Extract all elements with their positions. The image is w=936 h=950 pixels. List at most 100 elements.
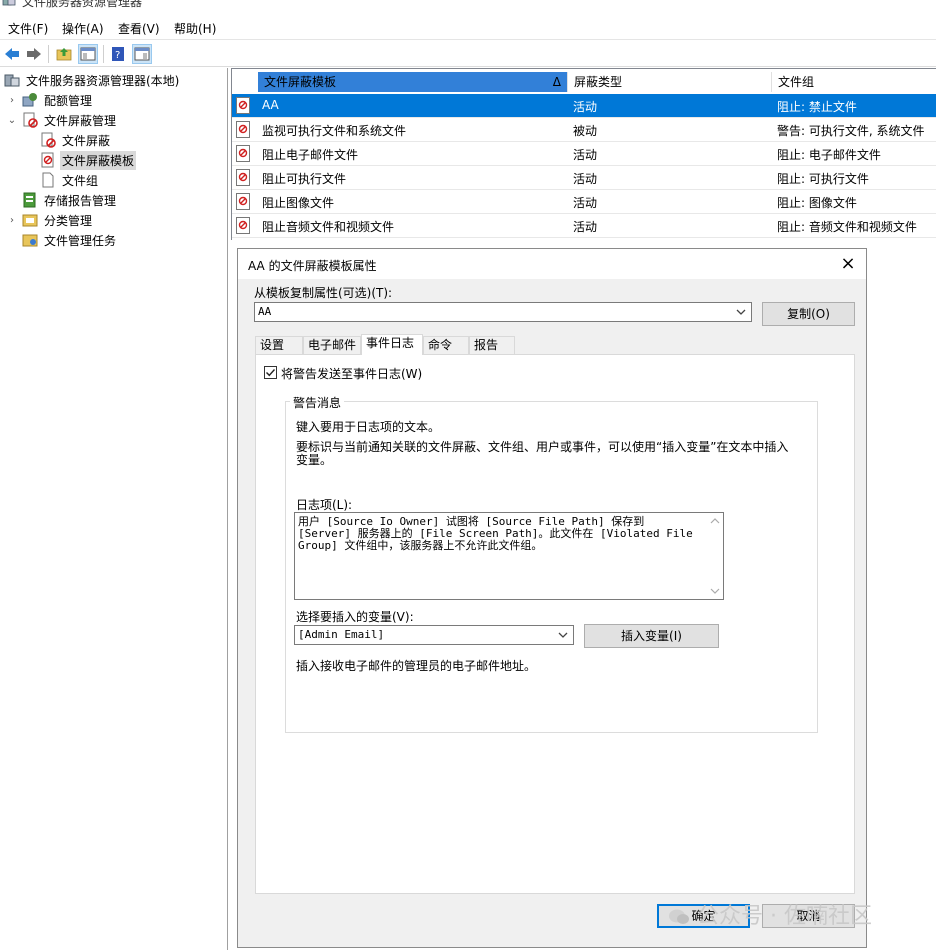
table-row[interactable]: 阻止可执行文件 活动 阻止: 可执行文件 — [232, 166, 936, 190]
folder-up-icon — [56, 48, 72, 61]
up-folder-button[interactable] — [54, 44, 74, 64]
cell-file-group: 警告: 可执行文件, 系统文件 — [777, 124, 925, 138]
show-action-pane-button[interactable] — [132, 44, 152, 64]
tree-item-label: 文件管理任务 — [44, 233, 117, 248]
variable-label: 选择要插入的变量(V): — [296, 610, 414, 624]
cell-screen-type: 活动 — [573, 100, 598, 114]
insert-variable-button[interactable]: 插入变量(I) — [584, 624, 719, 648]
table-row[interactable]: 监视可执行文件和系统文件 被动 警告: 可执行文件, 系统文件 — [232, 118, 936, 142]
wechat-logo-icon — [669, 909, 689, 924]
chevron-down-icon — [558, 632, 568, 638]
cell-template-name: 监视可执行文件和系统文件 — [262, 124, 407, 138]
tree-item-file-screens[interactable]: 文件屏蔽 — [40, 130, 112, 150]
table-row[interactable]: AA 活动 阻止: 禁止文件 — [232, 94, 936, 118]
file-screen-icon — [22, 112, 38, 128]
tree-item-file-groups[interactable]: 文件组 — [40, 170, 100, 190]
menu-action[interactable]: 操作(A) — [62, 20, 104, 37]
console-tree: 文件服务器资源管理器(本地) › 配额管理 ⌄ 文件屏蔽管理 文件屏蔽 文件屏蔽… — [0, 68, 228, 950]
show-hide-tree-button[interactable] — [78, 44, 98, 64]
column-header-template[interactable]: 文件屏蔽模板 Δ — [258, 72, 568, 92]
tree-item-root[interactable]: 文件服务器资源管理器(本地) — [4, 70, 181, 90]
back-button[interactable] — [2, 44, 22, 64]
scroll-up-icon[interactable] — [707, 515, 723, 527]
quota-icon — [22, 92, 38, 108]
window-title: 文件服务器资源管理器 — [22, 0, 143, 9]
cell-template-name: 阻止电子邮件文件 — [262, 148, 359, 162]
column-header-file-groups[interactable]: 文件组 — [772, 72, 936, 92]
chevron-down-icon[interactable]: ⌄ — [6, 114, 18, 126]
help-button[interactable]: ? — [108, 44, 128, 64]
console-tree-icon — [80, 47, 96, 61]
log-entry-textarea[interactable]: 用户 [Source Io Owner] 试图将 [Source File Pa… — [294, 512, 724, 600]
checkmark-icon — [266, 369, 276, 377]
cell-screen-type: 被动 — [573, 124, 598, 138]
cell-template-name: AA — [262, 98, 279, 112]
tree-item-label: 配额管理 — [44, 93, 93, 108]
dialog-title: AA 的文件屏蔽模板属性 — [248, 259, 377, 273]
tree-item-label: 存储报告管理 — [44, 193, 117, 208]
tree-item-label: 文件屏蔽模板 — [60, 150, 137, 170]
scroll-down-icon[interactable] — [707, 585, 723, 597]
tree-item-file-screening[interactable]: ⌄ 文件屏蔽管理 — [6, 110, 118, 130]
menu-help[interactable]: 帮助(H) — [174, 20, 216, 37]
help-book-icon: ? — [112, 47, 124, 61]
template-icon — [40, 152, 56, 168]
tree-item-file-screen-templates[interactable]: 文件屏蔽模板 — [40, 150, 137, 170]
copy-from-select[interactable]: AA — [254, 302, 752, 322]
toolbar: ? — [0, 39, 936, 67]
template-properties-dialog: AA 的文件屏蔽模板属性 × 从模板复制属性(可选)(T): AA 复制(O) … — [237, 248, 867, 948]
table-row[interactable]: 阻止电子邮件文件 活动 阻止: 电子邮件文件 — [232, 142, 936, 166]
cell-screen-type: 活动 — [573, 220, 598, 234]
table-row[interactable]: 阻止图像文件 活动 阻止: 图像文件 — [232, 190, 936, 214]
classification-icon — [22, 212, 38, 228]
cell-file-group: 阻止: 音频文件和视频文件 — [777, 220, 917, 234]
variable-select[interactable]: [Admin Email] — [294, 625, 574, 645]
template-doc-icon — [236, 121, 250, 138]
chevron-right-icon[interactable]: › — [6, 94, 18, 106]
arrow-right-icon — [27, 48, 41, 60]
action-pane-icon — [134, 47, 150, 61]
report-icon — [22, 192, 38, 208]
tree-item-storage-reports[interactable]: 存储报告管理 — [6, 190, 118, 210]
tree-item-label: 分类管理 — [44, 213, 93, 228]
menu-file[interactable]: 文件(F) — [8, 20, 48, 37]
table-row[interactable]: 阻止音频文件和视频文件 活动 阻止: 音频文件和视频文件 — [232, 214, 936, 238]
tab-event-log[interactable]: 事件日志 — [361, 334, 423, 355]
send-warning-checkbox[interactable] — [264, 366, 277, 379]
tab-settings[interactable]: 设置 — [255, 336, 303, 354]
forward-button[interactable] — [24, 44, 44, 64]
tree-item-file-management-tasks[interactable]: 文件管理任务 — [6, 230, 118, 250]
cell-template-name: 阻止可执行文件 — [262, 172, 347, 186]
chevron-right-icon[interactable]: › — [6, 214, 18, 226]
scrollbar[interactable] — [707, 513, 723, 599]
copy-from-label: 从模板复制属性(可选)(T): — [254, 286, 393, 300]
dialog-title-bar: AA 的文件屏蔽模板属性 × — [238, 249, 866, 279]
intro-text: 键入要用于日志项的文本。 — [296, 420, 441, 434]
cell-file-group: 阻止: 电子邮件文件 — [777, 148, 881, 162]
cell-file-group: 阻止: 图像文件 — [777, 196, 857, 210]
tree-item-quota[interactable]: › 配额管理 — [6, 90, 94, 110]
tree-item-label: 文件屏蔽 — [62, 133, 111, 148]
file-icon — [40, 172, 56, 188]
close-icon[interactable]: × — [838, 254, 858, 274]
menu-view[interactable]: 查看(V) — [118, 20, 160, 37]
help-text: 要标识与当前通知关联的文件屏蔽、文件组、用户或事件，可以使用“插入变量”在文本中… — [296, 440, 789, 467]
template-list: 文件屏蔽模板 Δ 屏蔽类型 文件组 AA 活动 阻止: 禁止文件 监视可执行文件… — [231, 68, 936, 240]
send-warning-label: 将警告发送至事件日志(W) — [281, 367, 423, 381]
column-header-screen-type[interactable]: 屏蔽类型 — [568, 72, 772, 92]
copy-button[interactable]: 复制(O) — [762, 302, 855, 326]
tab-email[interactable]: 电子邮件 — [303, 336, 361, 354]
cell-template-name: 阻止音频文件和视频文件 — [262, 220, 395, 234]
variable-description: 插入接收电子邮件的管理员的电子邮件地址。 — [296, 659, 537, 673]
sort-ascending-icon: Δ — [552, 75, 561, 89]
cell-screen-type: 活动 — [573, 196, 598, 210]
cell-file-group: 阻止: 禁止文件 — [777, 100, 857, 114]
tab-report[interactable]: 报告 — [469, 336, 515, 354]
chevron-down-icon — [736, 309, 746, 315]
tab-command[interactable]: 命令 — [423, 336, 469, 354]
warning-message-title: 警告消息 — [290, 394, 345, 411]
template-doc-icon — [236, 97, 250, 114]
server-app-icon — [2, 0, 16, 6]
tree-item-label: 文件组 — [62, 173, 99, 188]
tree-item-classification[interactable]: › 分类管理 — [6, 210, 94, 230]
